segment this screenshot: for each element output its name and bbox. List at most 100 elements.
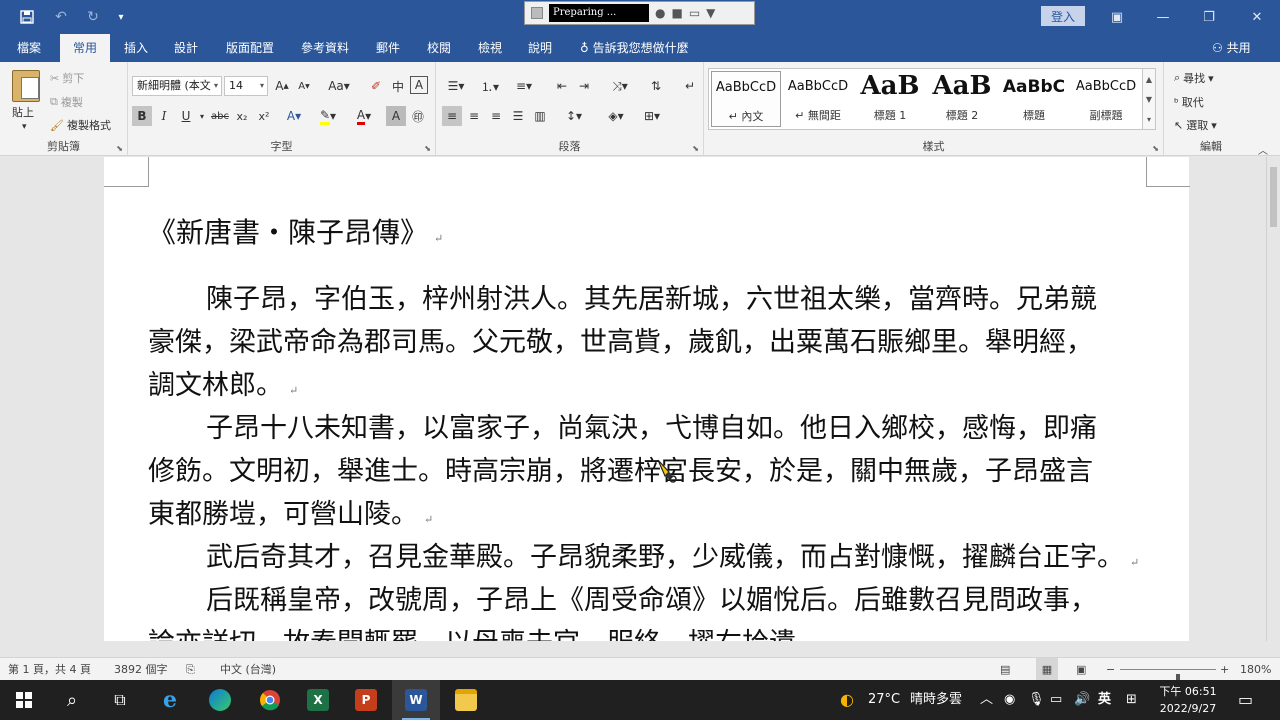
character-border-icon[interactable]: A (410, 76, 428, 94)
chevron-down-icon[interactable]: ▼ (706, 6, 715, 20)
tab-layout[interactable]: 版面配置 (218, 34, 282, 62)
tab-review[interactable]: 校閱 (416, 34, 462, 62)
word-count[interactable]: 3892 個字 (114, 658, 168, 681)
document-line[interactable]: 調文林郎。 ↵ (148, 363, 1148, 402)
document-line[interactable]: 子昂十八未知書，以富家子，尚氣決，弋博自如。他日入鄉校，感悔，即痛 (148, 406, 1148, 445)
shading-icon[interactable]: ◈▾ (602, 106, 630, 126)
customize-qat-icon[interactable]: ▾ (104, 0, 138, 34)
document-line[interactable]: 后既稱皇帝，改號周，子昂上《周受命頌》以媚悅后。后雖數召見問政事， (148, 578, 1148, 617)
weather-icon[interactable]: ◐ (840, 680, 854, 720)
increase-indent-icon[interactable]: ⇥ (574, 76, 594, 96)
styles-gallery-scroll[interactable]: ▲ ▼ ▾ (1142, 68, 1156, 130)
font-color-icon[interactable]: A ▾ (350, 106, 378, 126)
tell-me-search[interactable]: ♁ 告訴我您想做什麼 (580, 34, 689, 62)
page-count[interactable]: 第 1 頁，共 4 頁 (8, 658, 91, 681)
bold-icon[interactable]: B (132, 106, 152, 126)
tab-help[interactable]: 說明 (518, 34, 562, 62)
network-icon[interactable]: ▭ (1050, 680, 1062, 720)
read-mode-icon[interactable]: ▤ (1000, 658, 1010, 681)
start-button[interactable] (0, 680, 48, 720)
weather-desc[interactable]: 晴時多雲 (910, 680, 962, 720)
zoom-out-icon[interactable]: − (1106, 658, 1115, 681)
underline-dropdown-icon[interactable]: ▾ (192, 106, 212, 126)
change-case-icon[interactable]: Aa▾ (324, 76, 354, 96)
close-icon[interactable]: ✕ (1234, 0, 1280, 34)
ribbon-display-options-icon[interactable]: ▣ (1094, 0, 1140, 34)
font-size-combo[interactable]: 14 ▾ (224, 76, 268, 96)
stop-icon[interactable] (531, 7, 543, 19)
save-icon[interactable] (10, 0, 44, 34)
volume-icon[interactable]: 🔊 (1074, 680, 1090, 720)
show-formatting-marks-icon[interactable]: ↵ (680, 76, 700, 96)
style-normal[interactable]: AaBbCcD ↵ 內文 (711, 71, 781, 127)
camera-icon[interactable]: ■ (671, 6, 682, 20)
tab-home[interactable]: 常用 (60, 34, 110, 62)
tab-design[interactable]: 設計 (164, 34, 208, 62)
zoom-level[interactable]: 180% (1240, 658, 1271, 681)
undo-icon[interactable]: ↶ (44, 0, 78, 34)
justify-icon[interactable]: ☰ (508, 106, 528, 126)
notifications-icon[interactable]: ▭ (1238, 680, 1253, 720)
copy-button[interactable]: ⧉ 複製 (50, 94, 83, 110)
tab-insert[interactable]: 插入 (114, 34, 158, 62)
chevron-up-icon[interactable]: ▲ (1146, 75, 1152, 84)
text-effects-icon[interactable]: A▾ (284, 106, 304, 126)
bullets-icon[interactable]: ☰▾ (442, 76, 470, 96)
style-heading-2[interactable]: AaB 標題 2 (927, 71, 997, 127)
document-line[interactable]: 修飭。文明初，舉進士。時高宗崩，將遷梓宮長安，於是，關中無歲，子昂盛言 (148, 449, 1148, 488)
tab-references[interactable]: 參考資料 (294, 34, 356, 62)
ime-indicator[interactable]: 英 (1098, 680, 1111, 720)
sign-in-button[interactable]: 登入 (1041, 6, 1085, 26)
decrease-indent-icon[interactable]: ⇤ (552, 76, 572, 96)
print-layout-icon[interactable]: ▦ (1036, 658, 1058, 681)
paste-dropdown-icon[interactable]: ▾ (22, 122, 27, 132)
document-line[interactable]: 陳子昂，字伯玉，梓州射洪人。其先居新城，六世祖太樂，當齊時。兄弟競 (148, 277, 1148, 316)
replace-button[interactable]: ᵇ 取代 (1174, 94, 1204, 110)
format-painter-button[interactable]: 🖌 複製格式 (50, 117, 111, 133)
collapse-ribbon-icon[interactable]: ︿ (1258, 142, 1268, 157)
language[interactable]: 中文 (台灣) (220, 658, 276, 681)
chevron-down-icon[interactable]: ▼ (1146, 95, 1152, 104)
scrollbar-thumb[interactable] (1270, 167, 1277, 227)
chevron-up-icon[interactable]: ︿ (980, 680, 993, 720)
taskbar-word[interactable]: W (392, 680, 440, 720)
meet-now-icon[interactable]: ◉ (1004, 680, 1015, 720)
document-line[interactable]: 論亦詳切，故奏聞輒罷。以母喪去官，服終，擢右拾遺。 (148, 621, 1148, 641)
clear-formatting-icon[interactable]: ✐ (366, 76, 386, 96)
taskbar-ie[interactable]: e (146, 680, 194, 720)
tab-file[interactable]: 檔案 (6, 34, 52, 62)
line-spacing-icon[interactable]: ↕▾ (560, 106, 588, 126)
taskbar-edge[interactable] (196, 680, 244, 720)
dialog-launcher-icon[interactable]: ⬊ (424, 144, 431, 153)
distributed-icon[interactable]: ▥ (530, 106, 550, 126)
align-center-icon[interactable]: ≡ (464, 106, 484, 126)
paste-icon[interactable] (12, 70, 40, 102)
multilevel-list-icon[interactable]: ≡▾ (510, 76, 538, 96)
document-title[interactable]: 《新唐書‧陳子昂傳》 ↵ (148, 211, 443, 251)
weather-temp[interactable]: 27°C (868, 680, 900, 720)
highlight-color-icon[interactable]: ✎ ▾ (314, 106, 342, 126)
font-name-combo[interactable]: 新細明體 (本文 ▾ (132, 76, 222, 96)
superscript-icon[interactable]: x² (254, 106, 274, 126)
document-page[interactable]: 《新唐書‧陳子昂傳》 ↵ 陳子昂，字伯玉，梓州射洪人。其先居新城，六世祖太樂，當齊… (104, 157, 1190, 641)
tab-view[interactable]: 檢視 (468, 34, 512, 62)
italic-icon[interactable]: I (154, 106, 174, 126)
character-shading-icon[interactable]: A (386, 106, 406, 126)
document-line[interactable]: 豪傑，梁武帝命為郡司馬。父元敬，世高貲，歲飢，出粟萬石賑鄉里。舉明經， (148, 320, 1148, 359)
numbering-icon[interactable]: ⒈▾ (476, 76, 504, 96)
strikethrough-icon[interactable]: abc (210, 106, 230, 126)
subscript-icon[interactable]: x₂ (232, 106, 252, 126)
restore-icon[interactable]: ❐ (1186, 0, 1232, 34)
taskbar-chrome[interactable] (246, 680, 294, 720)
proofing-icon[interactable]: ⎘ (186, 658, 195, 681)
document-line[interactable]: 東都勝塏，可營山陵。 ↵ (148, 492, 1148, 531)
dialog-launcher-icon[interactable]: ⬊ (692, 144, 699, 153)
sort-icon[interactable]: ⇅ (646, 76, 666, 96)
select-button[interactable]: ↖ 選取 ▾ (1174, 117, 1217, 133)
ime-mode-icon[interactable]: ⊞ (1126, 680, 1137, 720)
style-title[interactable]: AaBbC 標題 (999, 71, 1069, 127)
clock[interactable]: 下午 06:51 2022/9/27 (1150, 683, 1226, 717)
zoom-slider[interactable] (1120, 669, 1216, 686)
paste-button[interactable]: 貼上 (12, 104, 34, 120)
style-subtitle[interactable]: AaBbCcD 副標題 (1071, 71, 1141, 127)
